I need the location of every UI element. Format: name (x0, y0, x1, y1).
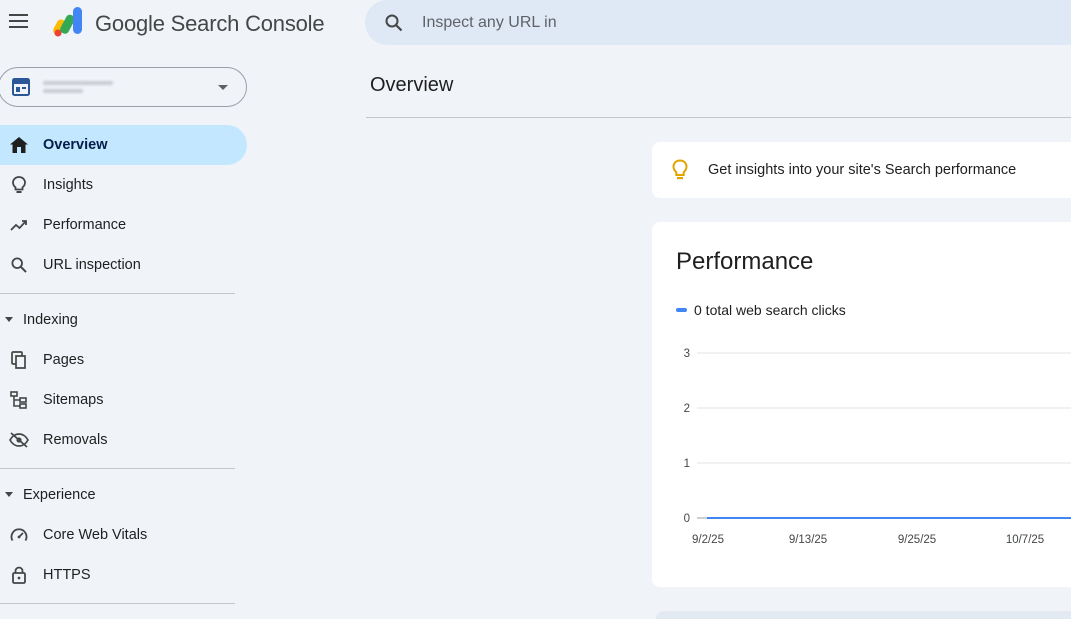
sidebar-item-insights[interactable]: Insights (0, 165, 247, 205)
property-name-redacted (43, 78, 163, 96)
lock-icon (9, 565, 29, 585)
trending-up-icon (9, 215, 29, 235)
y-tick-label: 3 (684, 348, 690, 360)
lightbulb-icon (670, 158, 690, 182)
eye-off-icon (9, 430, 29, 450)
url-inspection-search[interactable] (365, 0, 1071, 45)
logo-icon (53, 7, 82, 37)
next-card-partial (656, 611, 1071, 619)
insights-banner-text: Get insights into your site's Search per… (708, 162, 1017, 178)
search-icon (9, 255, 29, 275)
search-icon[interactable] (383, 12, 405, 34)
sidebar-item-sitemaps[interactable]: Sitemaps (0, 380, 247, 420)
section-experience-toggle[interactable]: Experience (0, 480, 235, 510)
y-tick-label: 2 (684, 403, 690, 415)
sidebar-divider (0, 603, 235, 604)
sidebar-divider (0, 468, 235, 469)
sidebar-item-label: Removals (43, 432, 108, 448)
performance-card: Performance 0 total web search clicks 3 2… (652, 222, 1071, 587)
sidebar-item-label: Sitemaps (43, 392, 104, 408)
sidebar-item-removals[interactable]: Removals (0, 420, 247, 460)
section-indexing-toggle[interactable]: Indexing (0, 305, 235, 335)
sidebar-item-pages[interactable]: Pages (0, 340, 247, 380)
title-divider (366, 117, 1071, 118)
sidebar-item-label: HTTPS (43, 567, 91, 583)
sidebar-item-label: Core Web Vitals (43, 527, 148, 543)
sidebar-item-label: Pages (43, 352, 85, 368)
speedometer-icon (9, 525, 29, 545)
sidebar-item-url-inspection[interactable]: URL inspection (0, 245, 247, 285)
lightbulb-icon (9, 175, 29, 195)
sidebar-item-label: Overview (43, 137, 108, 153)
sidebar-item-performance[interactable]: Performance (0, 205, 247, 245)
product-name: Google Search Console (95, 11, 325, 36)
caret-down-icon (5, 317, 13, 322)
performance-chart[interactable]: 3 2 1 09/2/25 9/13/25 9/25/25 10/7/25 (652, 337, 1071, 557)
property-selector[interactable] (0, 67, 247, 107)
sidebar-item-https[interactable]: HTTPS (0, 555, 247, 595)
x-tick-label: 9/13/25 (789, 534, 827, 546)
x-tick-label: 10/7/25 (1006, 534, 1044, 546)
chart-legend: 0 total web search clicks (676, 302, 846, 318)
search-console-logo[interactable] (51, 5, 85, 39)
y-tick-label: 0 (684, 513, 690, 525)
home-icon (9, 135, 29, 155)
chevron-down-icon (218, 85, 228, 90)
sidebar-divider (0, 293, 235, 294)
main-menu-button[interactable] (6, 8, 32, 34)
insights-banner[interactable]: Get insights into your site's Search per… (652, 142, 1071, 198)
legend-label: 0 total web search clicks (694, 302, 846, 318)
section-label: Indexing (23, 312, 78, 328)
menu-icon (9, 14, 28, 28)
caret-down-icon (5, 492, 13, 497)
sidebar-item-label: Insights (43, 177, 93, 193)
section-label: Experience (23, 487, 96, 503)
x-tick-label: 9/25/25 (898, 534, 936, 546)
search-input[interactable] (422, 13, 722, 32)
y-tick-label: 1 (684, 458, 690, 470)
property-icon (11, 77, 31, 97)
page-title: Overview (370, 74, 454, 96)
pages-icon (9, 350, 29, 370)
sitemap-icon (9, 390, 29, 410)
sidebar-item-label: Performance (43, 217, 127, 233)
sidebar-item-overview[interactable]: Overview (0, 125, 247, 165)
legend-swatch (676, 308, 687, 312)
performance-title: Performance (676, 248, 814, 275)
x-tick-label: 9/2/25 (692, 534, 724, 546)
sidebar-item-core-web-vitals[interactable]: Core Web Vitals (0, 515, 247, 555)
sidebar-item-label: URL inspection (43, 257, 141, 273)
